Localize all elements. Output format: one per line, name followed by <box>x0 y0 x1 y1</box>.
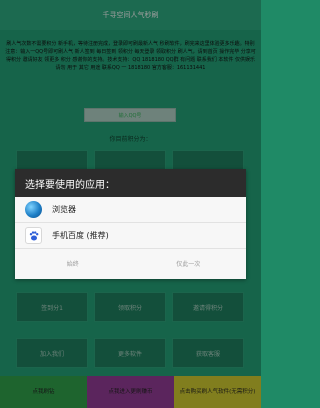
app-option-label: 手机百度 (推荐) <box>52 231 109 240</box>
just-once-button[interactable]: 仅此一次 <box>131 249 247 277</box>
app-option-browser[interactable]: 浏览器 <box>15 197 246 223</box>
app-chooser-dialog: 选择要使用的应用： 浏览器 手机百度 (推荐) 始终 仅此一次 <box>15 169 246 279</box>
app-option-label: 浏览器 <box>52 205 76 214</box>
always-button[interactable]: 始终 <box>15 249 131 277</box>
browser-icon <box>25 201 42 218</box>
dialog-buttons: 始终 仅此一次 <box>15 249 246 277</box>
dialog-title: 选择要使用的应用： <box>15 169 246 197</box>
app-option-baidu[interactable]: 手机百度 (推荐) <box>15 223 246 249</box>
baidu-paw-icon <box>25 227 42 244</box>
